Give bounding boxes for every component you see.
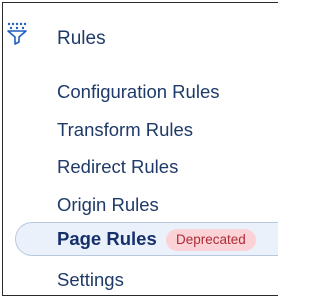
nav-item-configuration-rules[interactable]: Configuration Rules: [3, 75, 278, 109]
nav-item-label: Origin Rules: [57, 194, 159, 215]
nav-item-redirect-rules[interactable]: Redirect Rules: [3, 150, 278, 184]
nav-item-transform-rules[interactable]: Transform Rules: [3, 113, 278, 147]
rules-sidebar-panel: Rules Configuration Rules Transform Rule…: [2, 2, 278, 296]
nav-item-settings[interactable]: Settings: [3, 263, 278, 295]
nav-item-label: Configuration Rules: [57, 81, 220, 102]
funnel-filter-icon: [6, 21, 28, 45]
nav-item-label: Transform Rules: [57, 119, 194, 140]
nav-item-label: Page Rules: [57, 228, 157, 249]
rules-section-header[interactable]: Rules: [3, 3, 278, 73]
deprecated-badge: Deprecated: [166, 229, 256, 251]
nav-item-label: Redirect Rules: [57, 156, 179, 177]
rules-header-title: Rules: [57, 28, 106, 49]
nav-item-page-rules[interactable]: Page Rules Deprecated: [15, 222, 278, 256]
nav-item-label: Settings: [57, 269, 124, 290]
nav-item-origin-rules[interactable]: Origin Rules: [3, 188, 278, 222]
